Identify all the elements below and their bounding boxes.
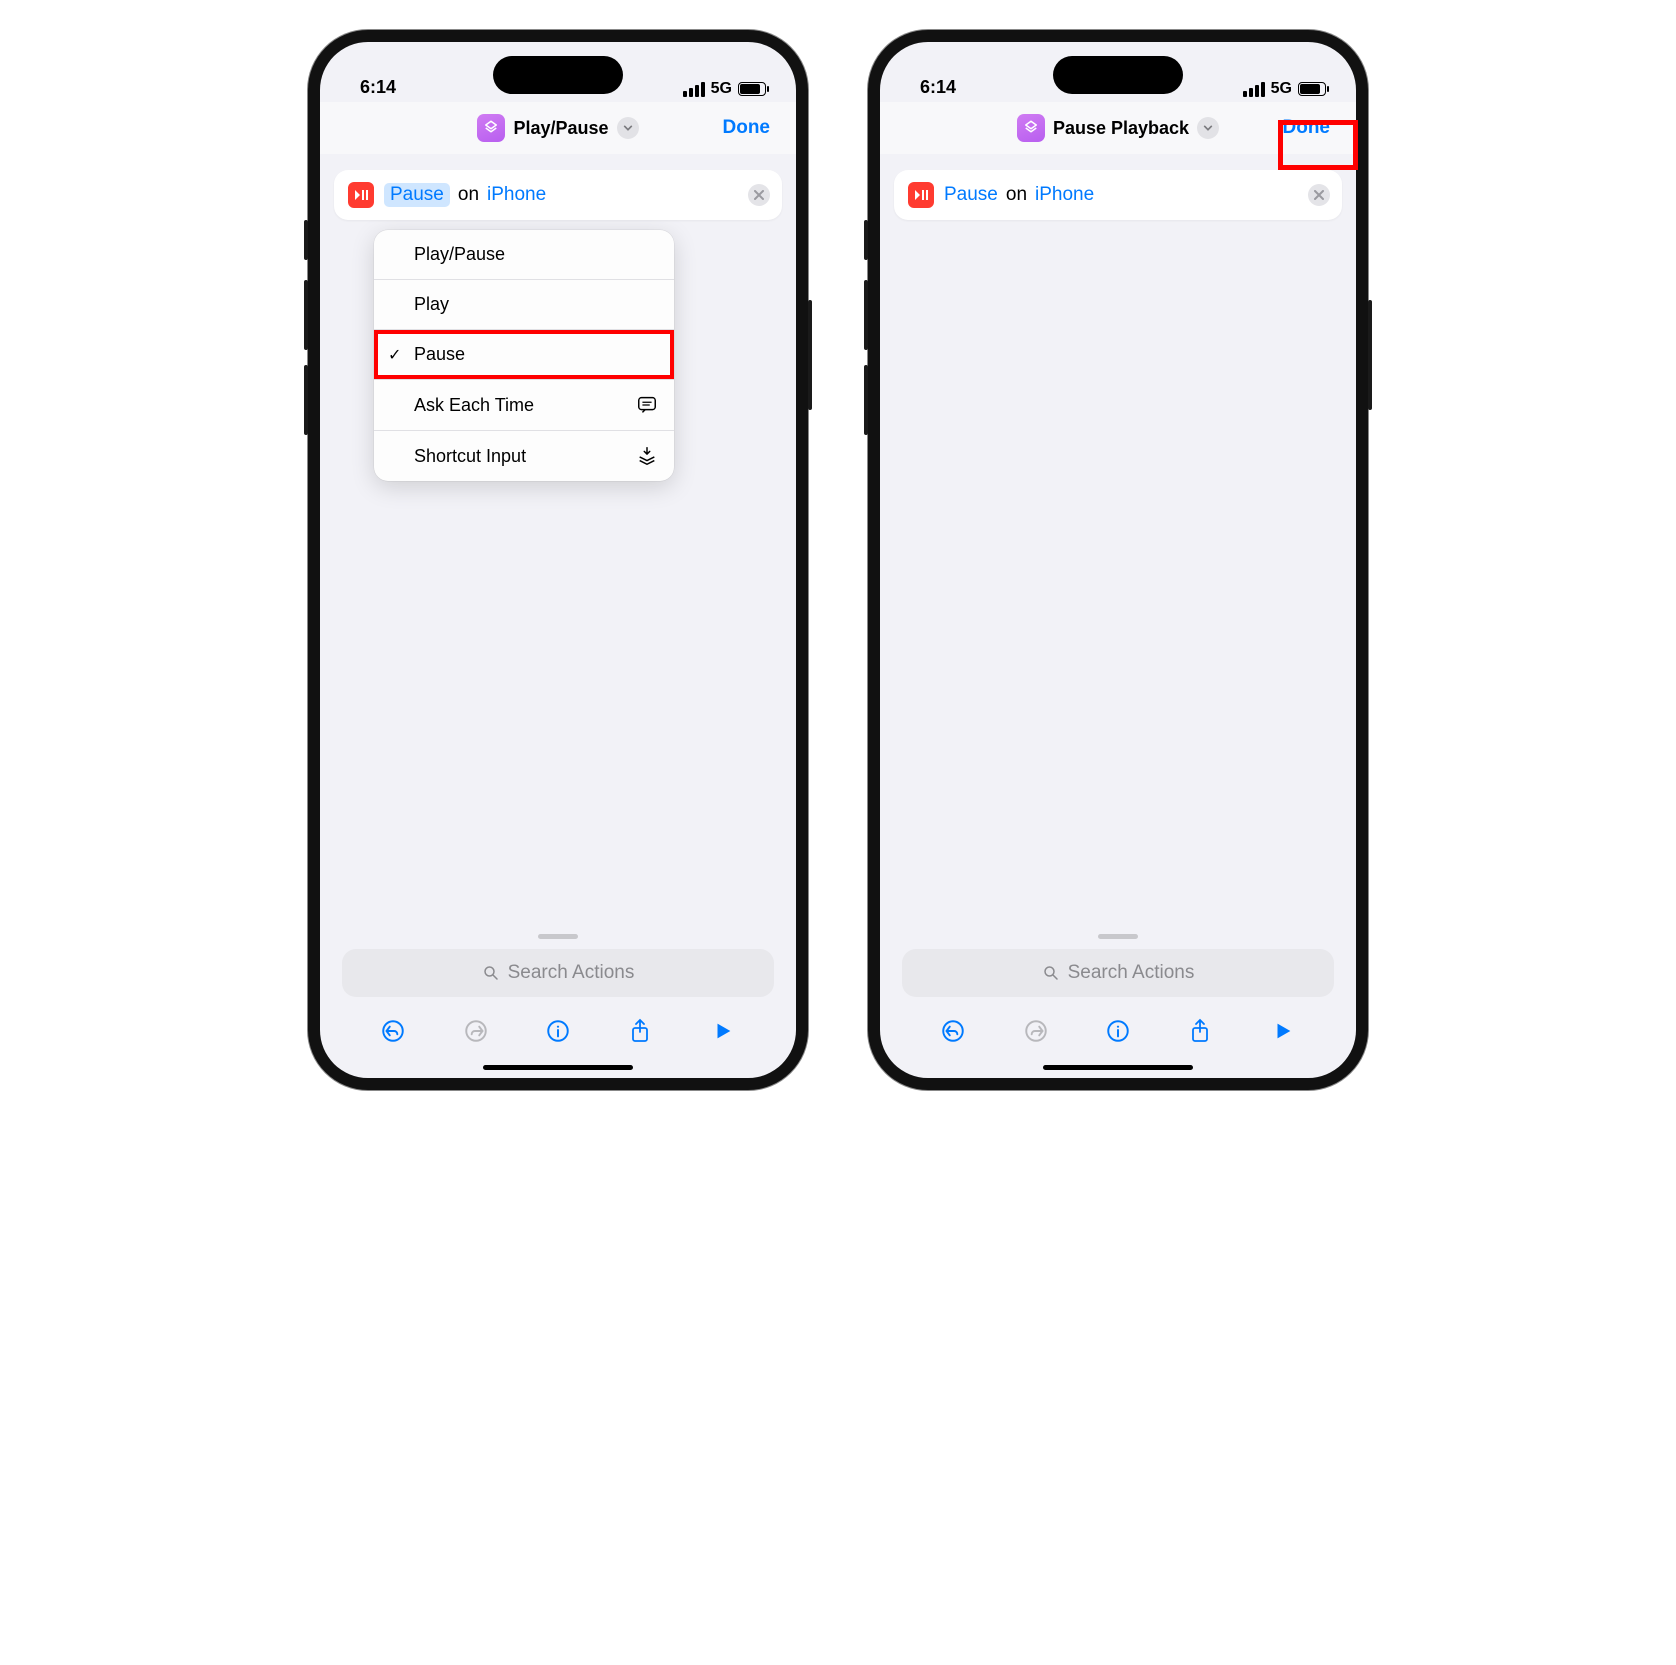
shortcuts-app-icon — [1017, 114, 1045, 142]
signal-icon — [1243, 82, 1265, 97]
title-chevron-icon[interactable] — [617, 117, 639, 139]
home-indicator[interactable] — [1043, 1065, 1193, 1070]
shortcuts-app-icon — [477, 114, 505, 142]
menu-item-play[interactable]: Play — [374, 280, 674, 330]
network-label: 5G — [1271, 80, 1292, 98]
menu-item-playpause[interactable]: Play/Pause — [374, 230, 674, 280]
signal-icon — [683, 82, 705, 97]
info-button[interactable] — [1098, 1011, 1138, 1051]
bottom-toolbar — [342, 1005, 774, 1061]
search-icon — [482, 964, 500, 982]
action-param-pause[interactable]: Pause — [384, 183, 450, 207]
undo-button[interactable] — [373, 1011, 413, 1051]
dynamic-island — [493, 56, 623, 94]
message-icon — [636, 394, 658, 416]
nav-title: Pause Playback — [1053, 118, 1189, 139]
info-button[interactable] — [538, 1011, 578, 1051]
home-indicator[interactable] — [483, 1065, 633, 1070]
menu-item-pause[interactable]: ✓ Pause — [374, 330, 674, 380]
highlight-done-button — [1278, 120, 1358, 170]
iphone-left: 6:14 5G Play/Pause Done — [308, 30, 808, 1090]
action-connector: on — [1006, 184, 1027, 206]
sheet-grabber[interactable] — [1098, 934, 1138, 939]
share-button[interactable] — [1180, 1011, 1220, 1051]
playpause-action-icon — [348, 182, 374, 208]
action-param-pause[interactable]: Pause — [944, 184, 998, 206]
done-button[interactable]: Done — [717, 113, 777, 143]
action-row[interactable]: Pause on iPhone — [334, 170, 782, 220]
clock: 6:14 — [360, 77, 396, 98]
share-button[interactable] — [620, 1011, 660, 1051]
stack-download-icon — [636, 445, 658, 467]
run-button[interactable] — [1263, 1011, 1303, 1051]
parameter-menu: Play/Pause Play ✓ Pause Ask Each Time — [374, 230, 674, 481]
nav-title: Play/Pause — [513, 118, 608, 139]
undo-button[interactable] — [933, 1011, 973, 1051]
battery-icon — [738, 82, 766, 96]
run-button[interactable] — [703, 1011, 743, 1051]
playpause-action-icon — [908, 182, 934, 208]
menu-item-ask-each-time[interactable]: Ask Each Time — [374, 380, 674, 431]
battery-icon — [1298, 82, 1326, 96]
search-icon — [1042, 964, 1060, 982]
action-connector: on — [458, 184, 479, 206]
network-label: 5G — [711, 80, 732, 98]
clock: 6:14 — [920, 77, 956, 98]
remove-action-icon[interactable] — [748, 184, 770, 206]
action-row[interactable]: Pause on iPhone — [894, 170, 1342, 220]
title-chevron-icon[interactable] — [1197, 117, 1219, 139]
iphone-right: 6:14 5G Pause Playback Done — [868, 30, 1368, 1090]
search-actions[interactable]: Search Actions — [342, 949, 774, 997]
nav-bar: Play/Pause Done — [320, 102, 796, 154]
action-device[interactable]: iPhone — [1035, 184, 1094, 206]
bottom-toolbar — [902, 1005, 1334, 1061]
redo-button[interactable] — [456, 1011, 496, 1051]
sheet-grabber[interactable] — [538, 934, 578, 939]
dynamic-island — [1053, 56, 1183, 94]
search-actions[interactable]: Search Actions — [902, 949, 1334, 997]
menu-item-shortcut-input[interactable]: Shortcut Input — [374, 431, 674, 481]
redo-button[interactable] — [1016, 1011, 1056, 1051]
action-device[interactable]: iPhone — [487, 184, 546, 206]
checkmark-icon: ✓ — [388, 345, 401, 365]
remove-action-icon[interactable] — [1308, 184, 1330, 206]
